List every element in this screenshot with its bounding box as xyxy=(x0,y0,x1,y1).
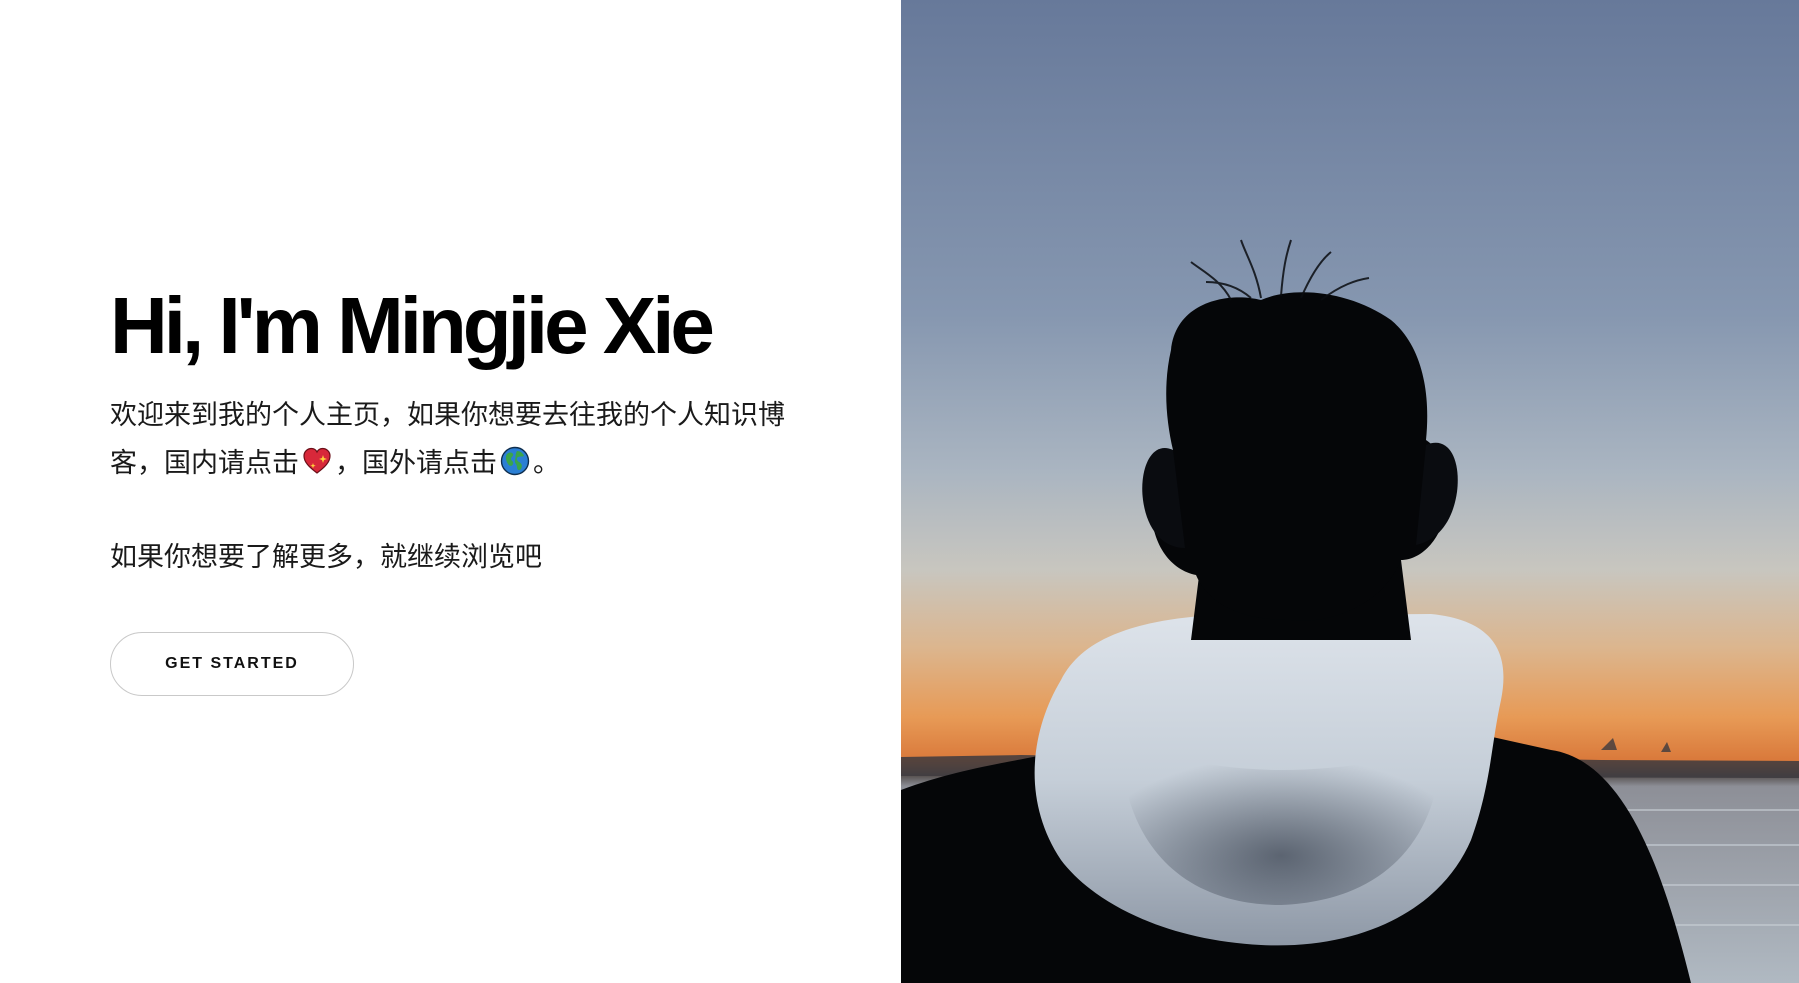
browse-more-paragraph: 如果你想要了解更多，就继续浏览吧 xyxy=(110,542,542,573)
page: Hi, I'm Mingjie Xie 欢迎来到我的个人主页，如果你想要去往我的… xyxy=(0,0,1799,983)
hero-text-panel: Hi, I'm Mingjie Xie 欢迎来到我的个人主页，如果你想要去往我的… xyxy=(0,0,901,983)
hero-photo-panel xyxy=(901,0,1799,983)
welcome-text-part3: 。 xyxy=(533,448,560,479)
get-started-button[interactable]: GET STARTED xyxy=(110,632,354,696)
sparkling-heart-icon[interactable] xyxy=(301,445,333,477)
globe-icon[interactable] xyxy=(499,445,531,477)
welcome-paragraph: 欢迎来到我的个人主页，如果你想要去往我的个人知识博客，国内请点击 ，国外请点击 … xyxy=(110,392,800,488)
page-title: Hi, I'm Mingjie Xie xyxy=(110,281,715,370)
welcome-text-part2: ，国外请点击 xyxy=(335,448,497,479)
intro: Hi, I'm Mingjie Xie 欢迎来到我的个人主页，如果你想要去往我的… xyxy=(110,282,810,582)
person-silhouette-sunset-photo xyxy=(901,0,1799,983)
